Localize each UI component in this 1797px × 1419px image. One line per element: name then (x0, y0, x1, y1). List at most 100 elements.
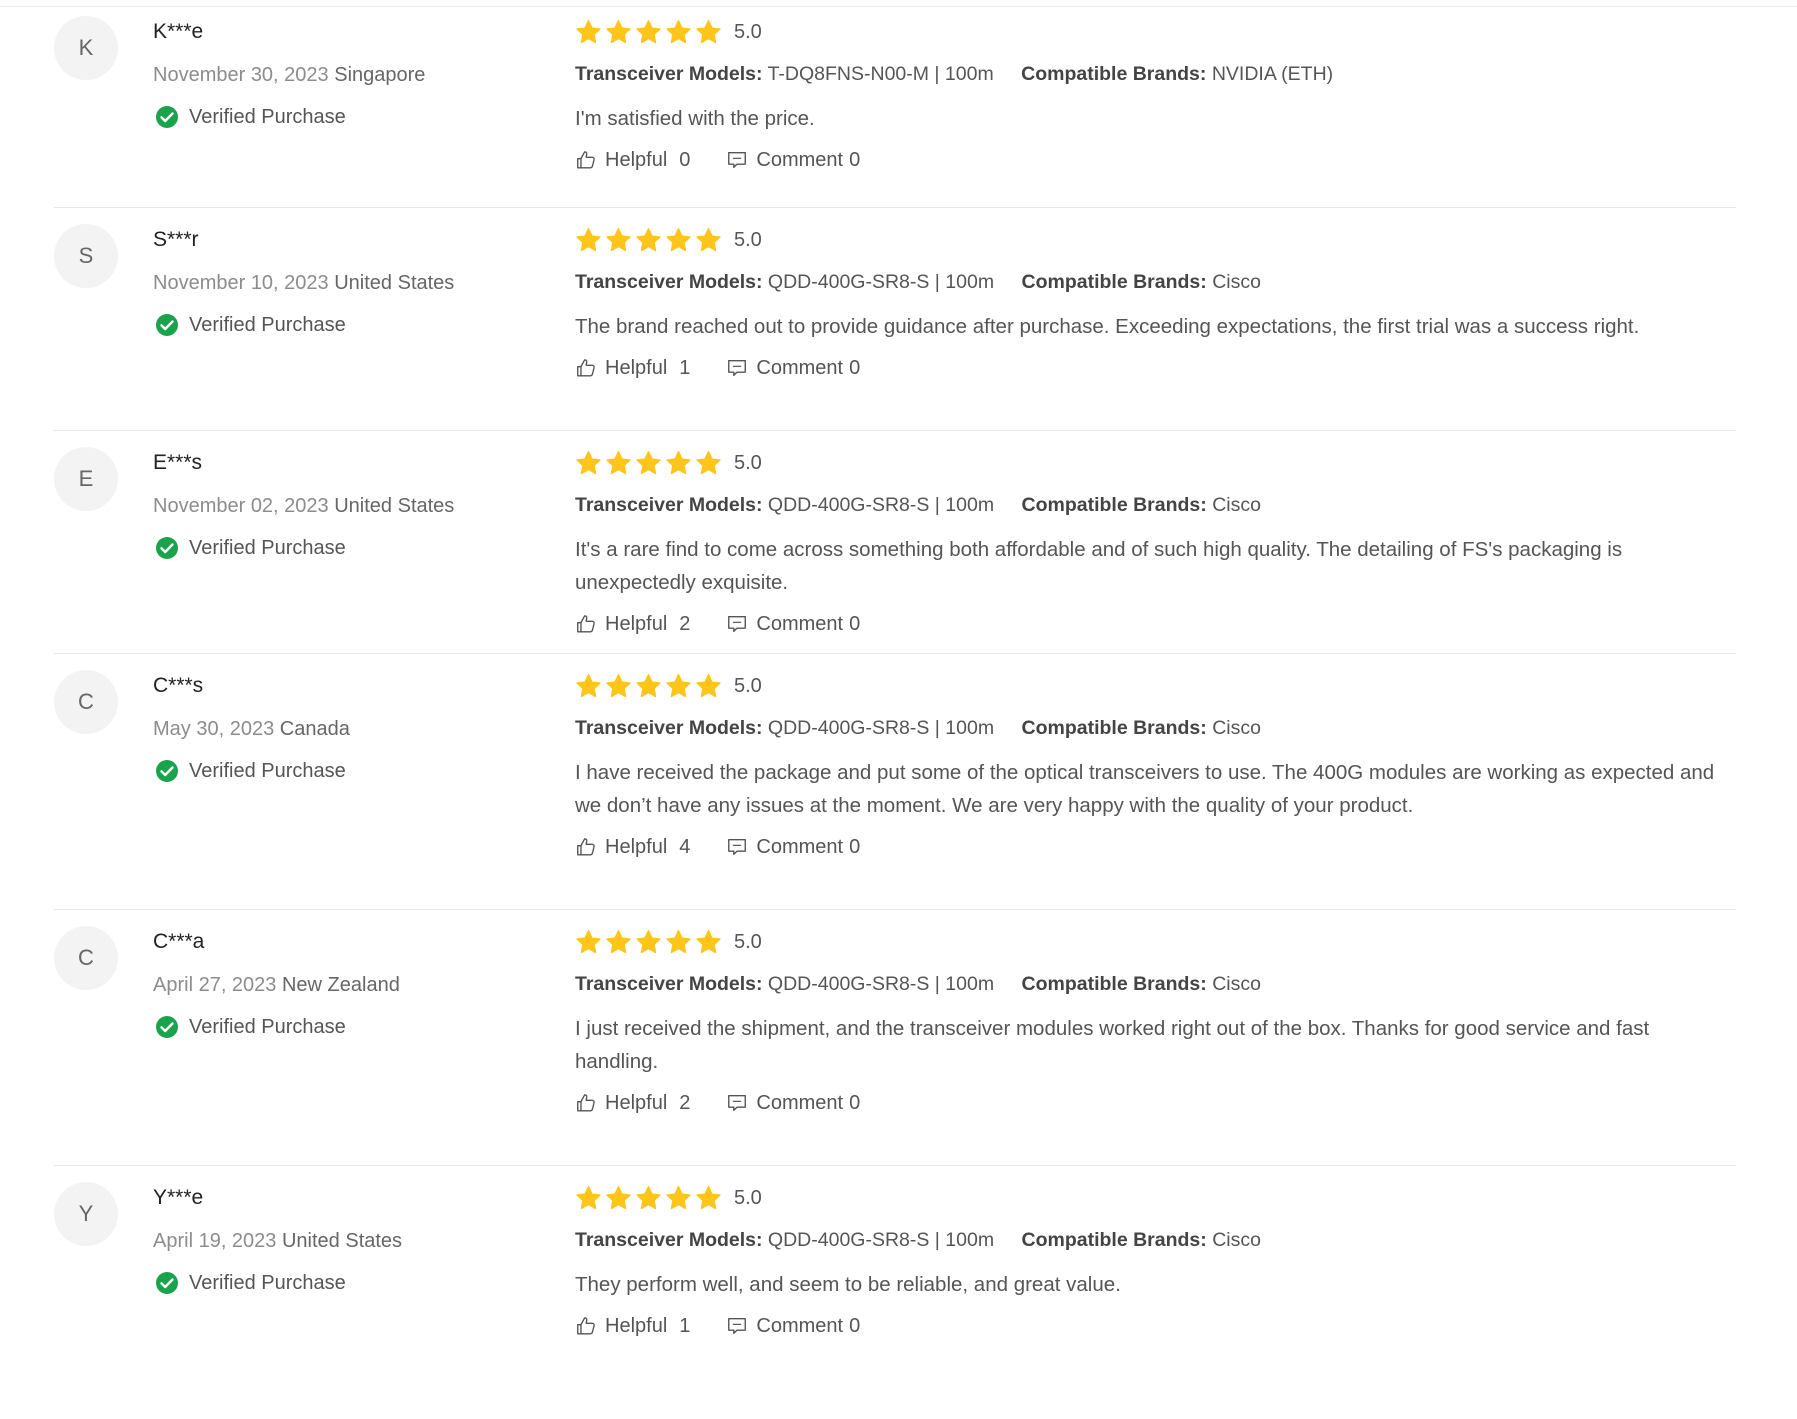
verified-label: Verified Purchase (189, 537, 346, 559)
helpful-button[interactable]: Helpful 0 (575, 149, 690, 172)
comment-button[interactable]: Comment 0 (726, 836, 860, 859)
reviewer-name: C***s (153, 674, 204, 697)
rating-score: 5.0 (734, 674, 762, 697)
model-value: QDD-400G-SR8-S | 100m (767, 1229, 995, 1251)
review-country: Singapore (334, 64, 426, 86)
reviewer-info: S***r November 10, 2023 United States Ve… (153, 224, 533, 340)
review-text: It's a rare find to come across somethin… (575, 538, 1623, 594)
models-label: Transceiver Models: (575, 973, 763, 995)
helpful-button[interactable]: Helpful 1 (575, 1315, 690, 1338)
star-icon (606, 19, 631, 43)
comment-icon (728, 838, 747, 856)
check-circle-icon (156, 314, 178, 336)
comment-label: Comment (756, 612, 844, 635)
review-country: United States (281, 1230, 403, 1252)
review-content: 5.0 Transceiver Models: QDD-400G-SR8-S |… (575, 447, 1735, 639)
verified-label: Verified Purchase (189, 1016, 346, 1038)
review-item: C C***a April 27, 2023 New Zealand Verif… (54, 910, 1736, 1166)
comment-label: Comment (756, 148, 844, 171)
helpful-button[interactable]: Helpful 1 (575, 357, 690, 380)
review-date: November 10, 2023 (153, 272, 329, 294)
helpful-label: Helpful (605, 356, 668, 379)
review-item: S S***r November 10, 2023 United States … (54, 208, 1736, 431)
review-text: I just received the shipment, and the tr… (575, 1017, 1650, 1073)
helpful-label: Helpful (605, 612, 668, 635)
brand-value: Cisco (1212, 717, 1261, 739)
comment-button[interactable]: Comment 0 (726, 1092, 860, 1115)
rating-score: 5.0 (734, 451, 762, 474)
review-content: 5.0 Transceiver Models: QDD-400G-SR8-S |… (575, 1182, 1735, 1341)
thumbs-up-icon (577, 838, 595, 856)
comment-button[interactable]: Comment 0 (726, 1315, 860, 1338)
brands-label: Compatible Brands: (1021, 1229, 1207, 1251)
brands-label: Compatible Brands: (1021, 63, 1207, 85)
helpful-count: 2 (679, 1091, 691, 1114)
review-country: United States (334, 495, 455, 517)
helpful-button[interactable]: Helpful 2 (575, 1092, 690, 1115)
reviewer-name: E***s (153, 451, 203, 474)
verified-badge: Verified Purchase (153, 533, 533, 563)
review-item: K K***e November 30, 2023 Singapore Veri… (54, 0, 1736, 208)
reviewer-name: C***a (153, 930, 205, 953)
rating-score: 5.0 (734, 1186, 762, 1209)
review-content: 5.0 Transceiver Models: T-DQ8FNS-N00-M |… (575, 16, 1735, 175)
helpful-count: 1 (679, 356, 691, 379)
helpful-count: 2 (679, 612, 691, 635)
comment-count: 0 (849, 148, 861, 171)
helpful-button[interactable]: Helpful 2 (575, 613, 690, 636)
reviewer-name: K***e (153, 20, 204, 43)
verified-badge: Verified Purchase (153, 756, 533, 786)
comment-icon (728, 1094, 747, 1112)
comment-button[interactable]: Comment 0 (726, 357, 860, 380)
stars (575, 1185, 725, 1212)
avatar: E (54, 447, 118, 511)
review-country: New Zealand (281, 974, 400, 996)
review-date: April 27, 2023 (153, 974, 277, 996)
rating-score: 5.0 (734, 228, 762, 251)
review-text: The brand reached out to provide guidanc… (575, 315, 1640, 338)
star-rating: 5.0 (575, 926, 1735, 958)
review-country: United States (334, 272, 455, 294)
comment-icon (728, 615, 747, 633)
review-meta: November 10, 2023 United States (153, 268, 533, 298)
star-rating: 5.0 (575, 224, 1735, 256)
comment-count: 0 (849, 356, 861, 379)
thumbs-up-icon (577, 359, 595, 377)
star-icon (666, 673, 691, 697)
brand-value: Cisco (1212, 973, 1261, 995)
brands-label: Compatible Brands: (1021, 271, 1207, 293)
comment-label: Comment (756, 356, 844, 379)
models-label: Transceiver Models: (575, 717, 763, 739)
check-circle-icon (156, 106, 178, 128)
star-icon (636, 929, 661, 953)
brands-label: Compatible Brands: (1021, 717, 1207, 739)
helpful-count: 4 (679, 835, 691, 858)
helpful-button[interactable]: Helpful 4 (575, 836, 690, 859)
rating-score: 5.0 (734, 20, 762, 43)
star-icon (576, 929, 601, 953)
review-meta: November 30, 2023 Singapore (153, 60, 533, 90)
comment-button[interactable]: Comment 0 (726, 613, 860, 636)
star-icon (666, 929, 691, 953)
models-label: Transceiver Models: (575, 494, 763, 516)
brand-value: Cisco (1212, 494, 1261, 516)
check-circle-icon (156, 1016, 178, 1038)
star-icon (666, 227, 691, 251)
star-icon (636, 450, 661, 474)
star-icon (576, 450, 601, 474)
avatar: C (54, 926, 118, 990)
reviewer-info: C***s May 30, 2023 Canada Verified Purch… (153, 670, 533, 786)
review-actions: Helpful 4 Comment 0 (575, 832, 1735, 862)
review-meta: November 02, 2023 United States (153, 491, 533, 521)
comment-count: 0 (849, 612, 861, 635)
reviewer-info: C***a April 27, 2023 New Zealand Verifie… (153, 926, 533, 1042)
product-specs: Transceiver Models: QDD-400G-SR8-S | 100… (575, 713, 1735, 743)
comment-button[interactable]: Comment 0 (726, 149, 860, 172)
reviewer-name: S***r (153, 228, 199, 251)
star-icon (666, 1185, 691, 1209)
review-text: They perform well, and seem to be reliab… (575, 1273, 1121, 1296)
model-value: QDD-400G-SR8-S | 100m (767, 271, 995, 293)
review-meta: May 30, 2023 Canada (153, 714, 533, 744)
star-icon (576, 1185, 601, 1209)
star-rating: 5.0 (575, 670, 1735, 702)
